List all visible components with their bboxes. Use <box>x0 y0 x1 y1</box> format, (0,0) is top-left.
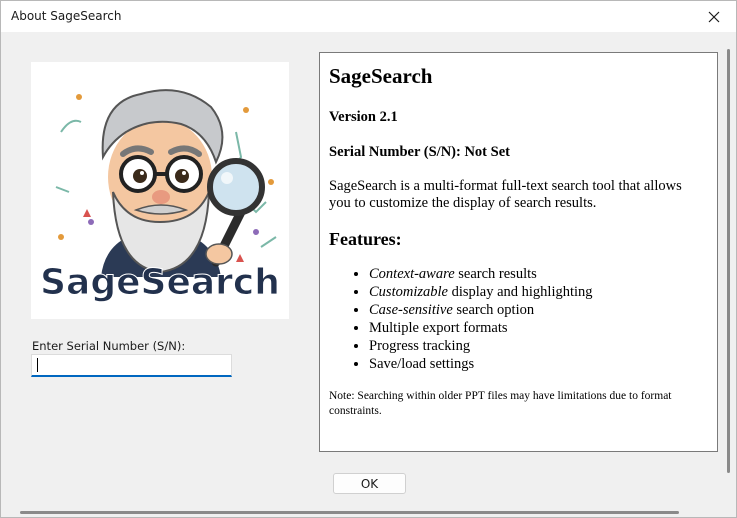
sage-with-magnifier-logo: SageSearch <box>40 89 280 304</box>
app-logo: SageSearch <box>31 62 289 319</box>
text-caret <box>37 358 38 372</box>
logo-text: SageSearch <box>40 262 280 303</box>
window-title: About SageSearch <box>11 9 122 23</box>
feature-item: Customizable display and highlighting <box>369 283 707 301</box>
features-list: Context-aware search results Customizabl… <box>329 265 707 373</box>
features-heading: Features: <box>329 229 402 249</box>
close-button[interactable] <box>692 1 736 32</box>
note-text: Note: Searching within older PPT files m… <box>329 390 672 417</box>
version-text: Version 2.1 <box>329 109 398 125</box>
ok-button[interactable]: OK <box>333 473 406 494</box>
feature-item: Save/load settings <box>369 355 707 373</box>
serial-number-label: Enter Serial Number (S/N): <box>32 339 186 353</box>
about-info-panel: SageSearch Version 2.1 Serial Number (S/… <box>319 52 718 452</box>
title-bar: About SageSearch <box>1 1 736 32</box>
app-title: SageSearch <box>329 64 433 88</box>
feature-item: Context-aware search results <box>369 265 707 283</box>
serial-status-text: Serial Number (S/N): Not Set <box>329 144 510 160</box>
close-icon <box>708 11 720 22</box>
horizontal-scrollbar[interactable] <box>20 511 679 514</box>
serial-number-input[interactable] <box>31 354 232 377</box>
vertical-scrollbar[interactable] <box>727 49 730 473</box>
feature-item: Multiple export formats <box>369 319 707 337</box>
app-description: SageSearch is a multi-format full-text s… <box>329 178 682 211</box>
about-dialog: About SageSearch SageSearch Enter Serial… <box>0 0 737 518</box>
feature-item: Case-sensitive search option <box>369 301 707 319</box>
feature-item: Progress tracking <box>369 337 707 355</box>
